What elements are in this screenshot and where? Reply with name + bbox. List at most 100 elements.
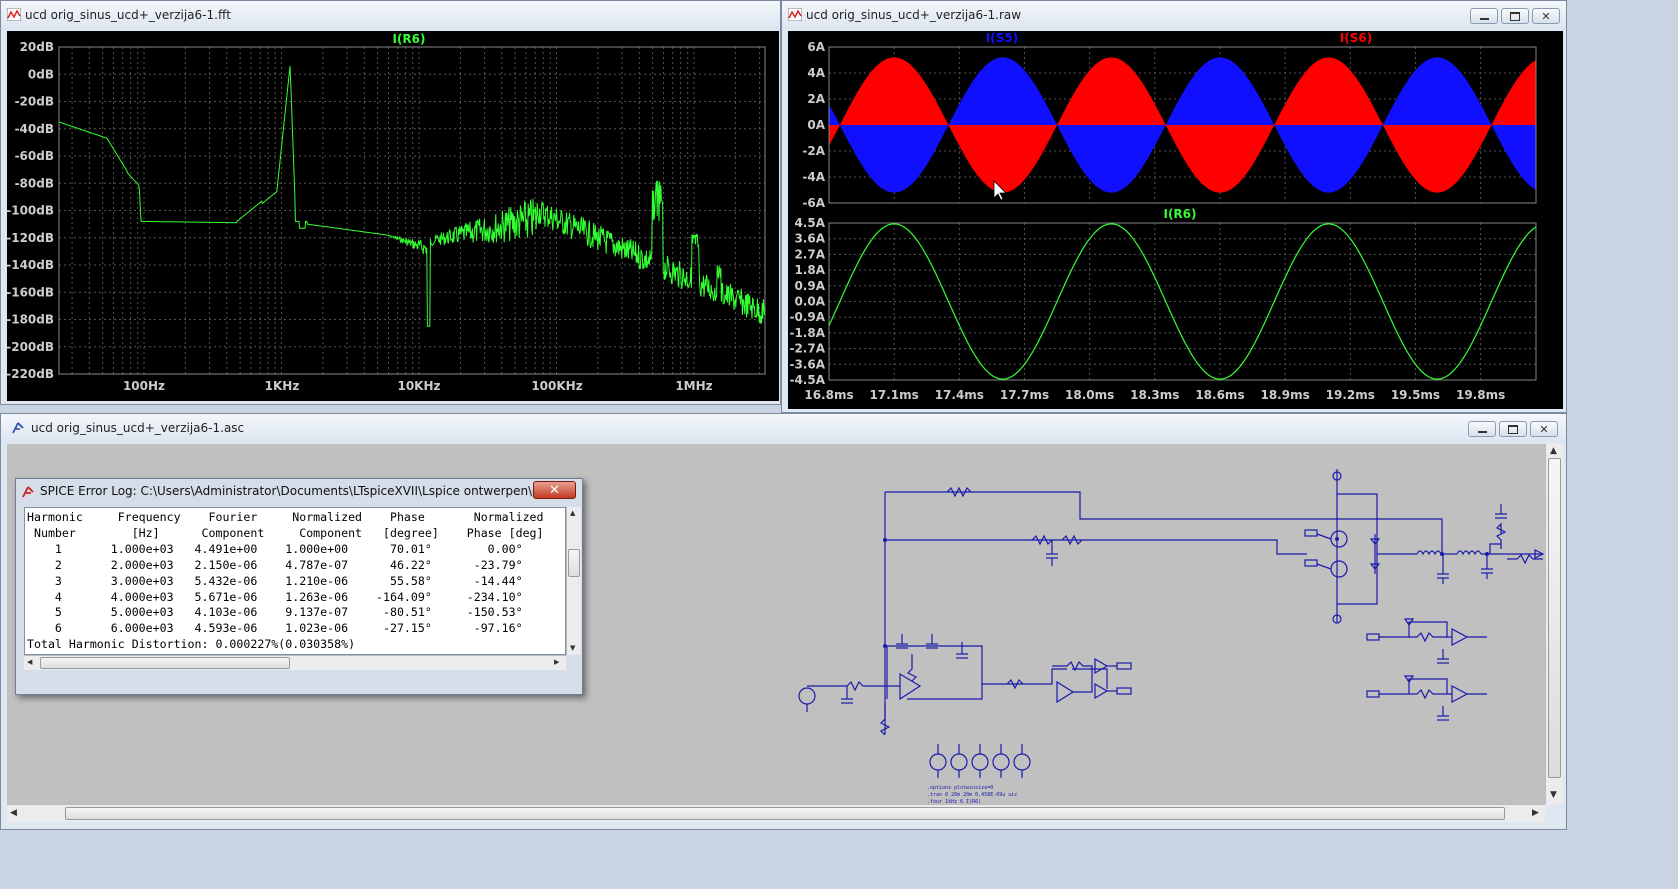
is6-trace-label: I(S6): [1340, 31, 1372, 45]
log-hscroll-thumb[interactable]: [40, 657, 290, 669]
bottom-y-tick-label: 4.5A: [794, 216, 825, 230]
scroll-down-icon[interactable]: ▼: [570, 644, 575, 652]
ltspice-logo-icon: [22, 486, 34, 498]
close-button[interactable]: ✕: [1532, 8, 1560, 24]
scroll-left-icon[interactable]: ◀: [10, 808, 17, 818]
x-tick-label: 17.7ms: [1000, 388, 1049, 402]
maximize-button[interactable]: [1499, 421, 1527, 437]
top-y-tick-label: 4A: [807, 66, 825, 80]
svg-text:.options plotwinsize=0: .options plotwinsize=0: [927, 785, 993, 791]
fft-y-tick-label: 0dB: [28, 67, 54, 81]
fft-y-tick-label: -60dB: [15, 149, 54, 163]
x-tick-label: 19.8ms: [1456, 388, 1505, 402]
fft-y-tick-label: -160dB: [7, 285, 54, 299]
top-y-tick-label: 0A: [807, 118, 825, 132]
x-tick-label: 18.0ms: [1065, 388, 1114, 402]
bottom-y-tick-label: -4.5A: [789, 373, 825, 387]
fft-y-tick-label: -140dB: [7, 258, 54, 272]
scroll-left-icon[interactable]: ◀: [27, 658, 32, 666]
is5-trace-label: I(S5): [986, 31, 1018, 45]
error-log-title: SPICE Error Log: C:\Users\Administrator\…: [40, 484, 540, 498]
schematic-window-title: ucd orig_sinus_ucd+_verzija6-1.asc: [31, 421, 245, 435]
fft-y-tick-label: -200dB: [7, 340, 54, 354]
x-tick-label: 18.9ms: [1260, 388, 1309, 402]
fft-plot[interactable]: 20dB 0dB -20dB -40dB -60dB -80dB -100dB -120dB -…: [6, 31, 779, 401]
schematic-app-icon: [12, 422, 24, 434]
fft-x-tick-label: 100Hz: [123, 379, 165, 393]
minimize-icon: [1477, 430, 1487, 433]
schematic-vertical-scrollbar[interactable]: ▲ ▼: [1545, 444, 1563, 804]
fft-x-tick-label: 1KHz: [265, 379, 300, 393]
close-button[interactable]: ✕: [1530, 421, 1558, 437]
close-icon: ✕: [1539, 422, 1549, 436]
x-tick-label: 16.8ms: [804, 388, 853, 402]
waveform-app-icon: [788, 8, 802, 21]
fft-y-tick-label: 20dB: [20, 40, 54, 54]
harmonic-table: Harmonic Frequency Fourier Normalized Ph…: [25, 508, 565, 653]
fft-window[interactable]: ucd orig_sinus_ucd+_verzija6-1.fft 20dB 0…: [0, 0, 781, 405]
error-log-close-button[interactable]: ✕: [533, 481, 576, 499]
minimize-button[interactable]: [1468, 421, 1496, 437]
x-tick-label: 17.4ms: [935, 388, 984, 402]
scroll-right-icon[interactable]: ▶: [1532, 808, 1539, 818]
raw-plot[interactable]: 6A 4A 2A 0A -2A -4A -6A 4.5A 3.6A 2.7A 1.8A 0.9A 0.0…: [788, 31, 1563, 409]
top-y-tick-label: 2A: [807, 92, 825, 106]
fft-y-tick-label: -20dB: [15, 95, 54, 109]
top-y-tick-label: -6A: [802, 196, 825, 210]
bottom-y-tick-label: -2.7A: [789, 342, 825, 356]
log-vscroll-thumb[interactable]: [568, 549, 580, 577]
fft-x-tick-label: 1MHz: [675, 379, 712, 393]
spice-error-log-dialog[interactable]: SPICE Error Log: C:\Users\Administrator\…: [15, 478, 583, 695]
log-line: 5 5.000e+03 4.103e-06 9.137e-07 -80.51° …: [27, 605, 523, 620]
bottom-y-tick-label: -3.6A: [789, 357, 825, 371]
top-y-tick-label: 6A: [807, 40, 825, 54]
x-tick-label: 18.6ms: [1195, 388, 1244, 402]
minimize-icon: [1479, 17, 1489, 20]
top-y-tick-label: -4A: [802, 170, 825, 184]
ir6-trace-label: I(R6): [1163, 207, 1196, 221]
fft-x-tick-label: 10KHz: [397, 379, 440, 393]
raw-titlebar[interactable]: ucd orig_sinus_ucd+_verzija6-1.raw ✕: [782, 1, 1566, 29]
waveform-app-icon: [7, 8, 21, 21]
fft-trace: [58, 66, 766, 327]
raw-window[interactable]: ucd orig_sinus_ucd+_verzija6-1.raw ✕ 6A 4…: [781, 0, 1567, 413]
bottom-y-tick-label: 1.8A: [794, 263, 825, 277]
scroll-up-icon[interactable]: ▲: [570, 509, 575, 517]
schematic-vscroll-thumb[interactable]: [1548, 458, 1561, 778]
fft-y-tick-label: -120dB: [7, 231, 54, 245]
scroll-right-icon[interactable]: ▶: [554, 658, 559, 666]
schematic-titlebar[interactable]: ucd orig_sinus_ucd+_verzija6-1.asc ✕: [1, 414, 1566, 442]
log-vertical-scrollbar[interactable]: ▲ ▼: [566, 507, 581, 655]
fft-y-tick-label: -180dB: [7, 313, 54, 327]
log-line: 6 6.000e+03 4.593e-06 1.023e-06 -27.15° …: [27, 621, 523, 636]
bottom-y-tick-label: 0.0A: [794, 295, 825, 309]
log-line: Number [Hz] Component Component [degree]…: [27, 525, 544, 540]
bottom-y-tick-label: -0.9A: [789, 310, 825, 324]
thd-line: Total Harmonic Distortion: 0.000227%(0.0…: [27, 637, 356, 652]
log-line: 2 2.000e+03 2.150e-06 4.787e-07 46.22° -…: [27, 557, 523, 572]
x-tick-label: 17.1ms: [870, 388, 919, 402]
fft-y-tick-label: -220dB: [7, 367, 54, 381]
fft-y-tick-label: -100dB: [7, 204, 54, 218]
x-tick-label: 19.5ms: [1391, 388, 1440, 402]
scroll-down-icon[interactable]: ▼: [1550, 790, 1557, 800]
fft-window-title: ucd orig_sinus_ucd+_verzija6-1.fft: [25, 8, 231, 22]
log-line: Harmonic Frequency Fourier Normalized Ph…: [27, 510, 544, 524]
fft-titlebar[interactable]: ucd orig_sinus_ucd+_verzija6-1.fft: [1, 1, 780, 29]
log-line: 3 3.000e+03 5.432e-06 1.210e-06 55.58° -…: [27, 573, 523, 588]
minimize-button[interactable]: [1470, 8, 1498, 24]
fft-y-tick-label: -80dB: [15, 176, 54, 190]
bottom-y-tick-label: 3.6A: [794, 232, 825, 246]
bottom-y-tick-label: 2.7A: [794, 247, 825, 261]
log-line: 1 1.000e+03 4.491e+00 1.000e+00 70.01° 0…: [27, 541, 523, 556]
fft-x-tick-label: 100KHz: [531, 379, 582, 393]
log-horizontal-scrollbar[interactable]: ◀ ▶: [24, 655, 566, 670]
scroll-up-icon[interactable]: ▲: [1550, 446, 1557, 456]
bottom-y-tick-label: -1.8A: [789, 326, 825, 340]
schematic-hscroll-thumb[interactable]: [65, 807, 1505, 820]
maximize-button[interactable]: [1501, 8, 1529, 24]
error-log-text-area[interactable]: Harmonic Frequency Fourier Normalized Ph…: [24, 507, 566, 655]
x-tick-label: 19.2ms: [1326, 388, 1375, 402]
close-icon: ✕: [1541, 9, 1551, 23]
schematic-horizontal-scrollbar[interactable]: ◀ ▶: [7, 804, 1545, 822]
